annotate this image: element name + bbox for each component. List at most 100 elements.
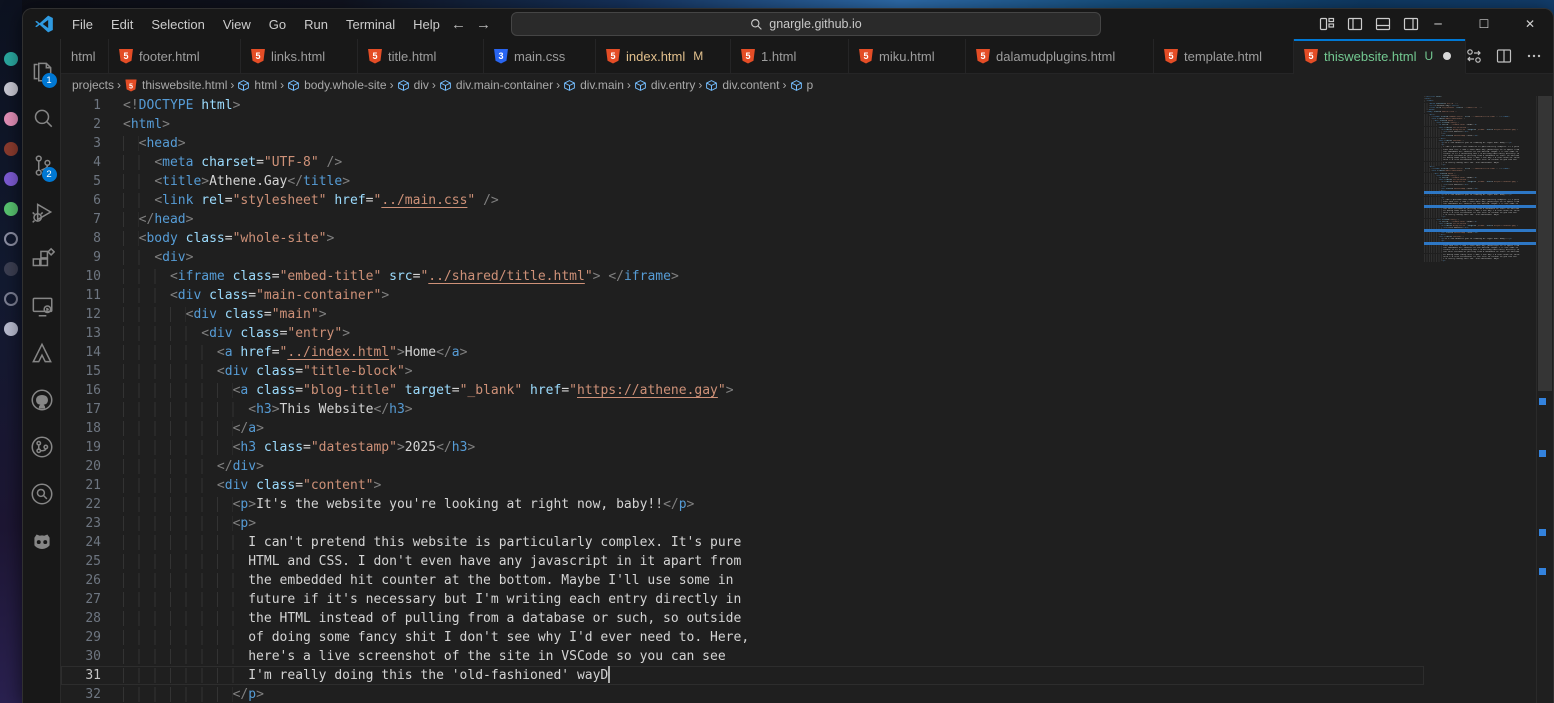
tab-index-html[interactable]: 5index.htmlM <box>596 39 731 74</box>
code-line-31[interactable]: 31 I'm really doing this the 'old-fashio… <box>61 666 1424 685</box>
breadcrumb-item-div-content[interactable]: div.content <box>705 78 779 92</box>
breadcrumb-separator-icon: › <box>556 78 560 92</box>
code-line-18[interactable]: 18 </a> <box>61 419 1424 438</box>
more-actions-icon[interactable] <box>1526 48 1542 64</box>
line-number: 30 <box>61 647 101 666</box>
code-line-28[interactable]: 28 the HTML instead of pulling from a da… <box>61 609 1424 628</box>
code-line-30[interactable]: 30 here's a live screenshot of the site … <box>61 647 1424 666</box>
code-line-14[interactable]: 14 <a href="../index.html">Home</a> <box>61 343 1424 362</box>
toggle-primary-sidebar-icon[interactable] <box>1347 16 1363 32</box>
activity-item-run-debug[interactable] <box>23 188 61 235</box>
activity-item-source-control[interactable]: 2 <box>23 141 61 188</box>
command-center-search[interactable]: gnargle.github.io <box>511 12 1101 36</box>
breadcrumb-item-p[interactable]: p <box>790 78 814 92</box>
html-file-icon: 5 <box>741 49 755 64</box>
code-line-32[interactable]: 32 </p> <box>61 685 1424 703</box>
breadcrumb-item-projects[interactable]: projects <box>72 78 114 92</box>
desktop-icon <box>4 82 18 96</box>
minimap[interactable]: <!DOCTYPE html><html> <head> <meta chars… <box>1424 96 1536 703</box>
split-editor-icon[interactable] <box>1496 48 1512 64</box>
activity-item-commit-search[interactable] <box>23 470 61 517</box>
code-line-24[interactable]: 24 I can't pretend this website is parti… <box>61 533 1424 552</box>
activity-item-azure-triangle[interactable] <box>23 329 61 376</box>
vertical-scrollbar[interactable] <box>1536 96 1553 703</box>
code-line-5[interactable]: 5 <title>Athene.Gay</title> <box>61 172 1424 191</box>
activity-item-explorer[interactable]: 1 <box>23 47 61 94</box>
breadcrumb-item-thiswebsite-html[interactable]: 5thiswebsite.html <box>124 78 227 93</box>
nav-back-button[interactable]: ← <box>451 16 466 33</box>
breadcrumb-item-div[interactable]: div <box>397 78 429 92</box>
breadcrumb-item-div-main-container[interactable]: div.main-container <box>439 78 553 92</box>
menu-item-file[interactable]: File <box>63 17 102 32</box>
code-line-29[interactable]: 29 of doing some fancy shit I don't see … <box>61 628 1424 647</box>
tab-footer-html[interactable]: 5footer.html <box>109 39 241 74</box>
tab-miku-html[interactable]: 5miku.html <box>849 39 966 74</box>
code-line-1[interactable]: 1<!DOCTYPE html> <box>61 96 1424 115</box>
code-line-22[interactable]: 22 <p>It's the website you're looking at… <box>61 495 1424 514</box>
line-number: 8 <box>61 229 101 248</box>
code-line-2[interactable]: 2<html> <box>61 115 1424 134</box>
activity-item-github[interactable] <box>23 376 61 423</box>
code-line-17[interactable]: 17 <h3>This Website</h3> <box>61 400 1424 419</box>
toggle-panel-icon[interactable] <box>1375 16 1391 32</box>
breadcrumb-separator-icon: › <box>280 78 284 92</box>
tab-html[interactable]: html <box>61 39 109 74</box>
git-status-badge: U <box>1424 49 1433 63</box>
code-editor[interactable]: 1<!DOCTYPE html>2<html>3 <head>4 <meta c… <box>61 96 1553 703</box>
code-line-12[interactable]: 12 <div class="main"> <box>61 305 1424 324</box>
menu-item-selection[interactable]: Selection <box>142 17 213 32</box>
menu-item-terminal[interactable]: Terminal <box>337 17 404 32</box>
code-line-25[interactable]: 25 HTML and CSS. I don't even have any j… <box>61 552 1424 571</box>
code-line-10[interactable]: 10 <iframe class="embed-title" src="../s… <box>61 267 1424 286</box>
open-changes-icon[interactable] <box>1466 48 1482 64</box>
code-line-7[interactable]: 7 </head> <box>61 210 1424 229</box>
menu-item-help[interactable]: Help <box>404 17 449 32</box>
activity-item-remote-explorer[interactable] <box>23 282 61 329</box>
code-line-11[interactable]: 11 <div class="main-container"> <box>61 286 1424 305</box>
customize-layout-icon[interactable] <box>1319 16 1335 32</box>
tab-template-html[interactable]: 5template.html <box>1154 39 1294 74</box>
code-line-9[interactable]: 9 <div> <box>61 248 1424 267</box>
nav-forward-button[interactable]: → <box>476 16 491 33</box>
menu-item-view[interactable]: View <box>214 17 260 32</box>
scrollbar-slider[interactable] <box>1538 96 1552 391</box>
breadcrumb-item-body-whole-site[interactable]: body.whole-site <box>287 78 387 92</box>
breadcrumb-item-html[interactable]: html <box>237 78 277 92</box>
code-line-21[interactable]: 21 <div class="content"> <box>61 476 1424 495</box>
menu-item-run[interactable]: Run <box>295 17 337 32</box>
html-file-icon: 5 <box>119 49 133 64</box>
css-file-icon: 3 <box>494 49 508 64</box>
code-line-8[interactable]: 8 <body class="whole-site"> <box>61 229 1424 248</box>
code-line-3[interactable]: 3 <head> <box>61 134 1424 153</box>
code-line-15[interactable]: 15 <div class="title-block"> <box>61 362 1424 381</box>
tab-title-html[interactable]: 5title.html <box>358 39 484 74</box>
activity-item-extensions[interactable] <box>23 235 61 282</box>
breadcrumb-item-div-entry[interactable]: div.entry <box>634 78 695 92</box>
tab-links-html[interactable]: 5links.html <box>241 39 358 74</box>
code-line-19[interactable]: 19 <h3 class="datestamp">2025</h3> <box>61 438 1424 457</box>
activity-item-git-graph[interactable] <box>23 423 61 470</box>
code-line-13[interactable]: 13 <div class="entry"> <box>61 324 1424 343</box>
tab-thiswebsite-html[interactable]: 5thiswebsite.htmlU <box>1294 39 1466 74</box>
maximize-button[interactable]: ☐ <box>1461 9 1507 39</box>
breadcrumb-item-div-main[interactable]: div.main <box>563 78 624 92</box>
code-line-27[interactable]: 27 future if it's necessary but I'm writ… <box>61 590 1424 609</box>
activity-item-godot[interactable] <box>23 517 61 564</box>
tab-1-html[interactable]: 5 1.html <box>731 39 849 74</box>
menu-item-go[interactable]: Go <box>260 17 295 32</box>
code-area[interactable]: 1<!DOCTYPE html>2<html>3 <head>4 <meta c… <box>61 96 1424 703</box>
code-line-6[interactable]: 6 <link rel="stylesheet" href="../main.c… <box>61 191 1424 210</box>
code-line-4[interactable]: 4 <meta charset="UTF-8" /> <box>61 153 1424 172</box>
code-line-16[interactable]: 16 <a class="blog-title" target="_blank"… <box>61 381 1424 400</box>
activity-item-search[interactable] <box>23 94 61 141</box>
unsaved-dot-icon[interactable] <box>1443 52 1451 60</box>
tab-label: 1.html <box>761 49 796 64</box>
code-line-20[interactable]: 20 </div> <box>61 457 1424 476</box>
menu-item-edit[interactable]: Edit <box>102 17 142 32</box>
close-button[interactable]: ✕ <box>1507 9 1553 39</box>
code-line-26[interactable]: 26 the embedded hit counter at the botto… <box>61 571 1424 590</box>
minimize-button[interactable]: ─ <box>1415 9 1461 39</box>
code-line-23[interactable]: 23 <p> <box>61 514 1424 533</box>
tab-dalamudplugins-html[interactable]: 5dalamudplugins.html <box>966 39 1154 74</box>
tab-main-css[interactable]: 3main.css <box>484 39 596 74</box>
